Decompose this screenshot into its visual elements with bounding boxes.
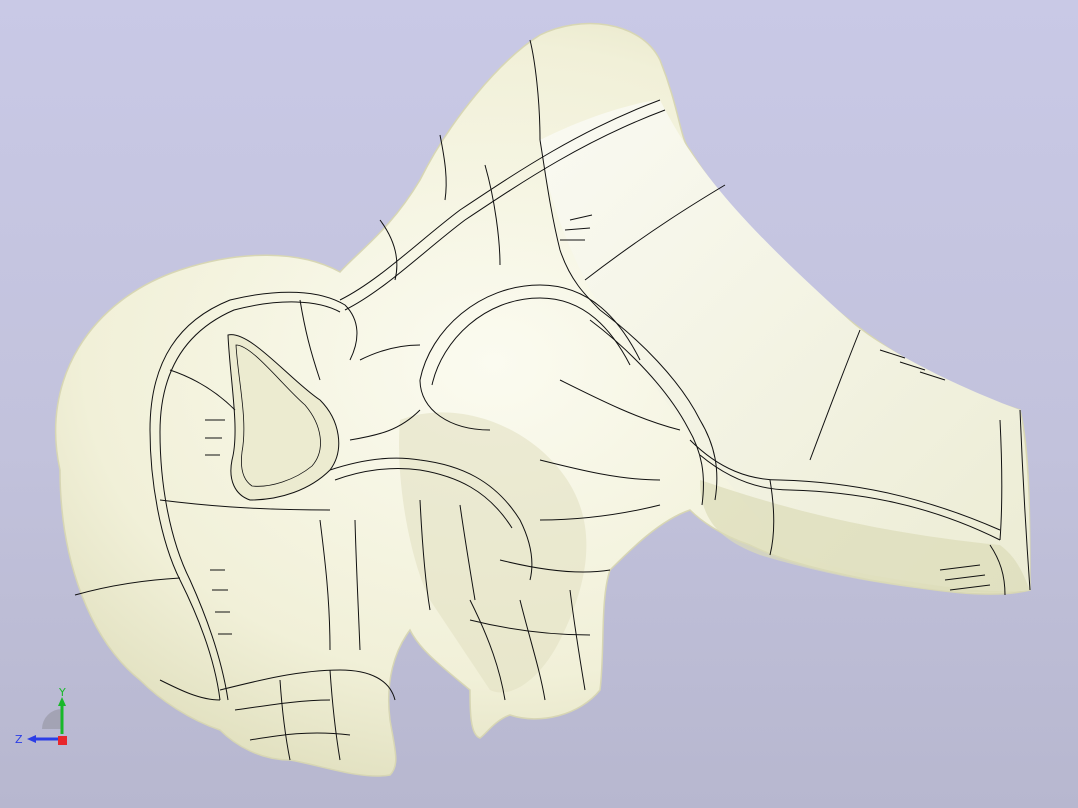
axis-triad: Y Z — [15, 686, 67, 746]
triad-z-label: Z — [15, 733, 23, 746]
3d-viewport[interactable]: Y Z — [0, 0, 1078, 808]
triad-quadrant — [42, 709, 62, 729]
3d-model[interactable] — [0, 0, 1078, 808]
triad-x-origin — [58, 736, 67, 745]
triad-y-label: Y — [58, 686, 66, 699]
triad-z-arrow — [27, 735, 36, 743]
